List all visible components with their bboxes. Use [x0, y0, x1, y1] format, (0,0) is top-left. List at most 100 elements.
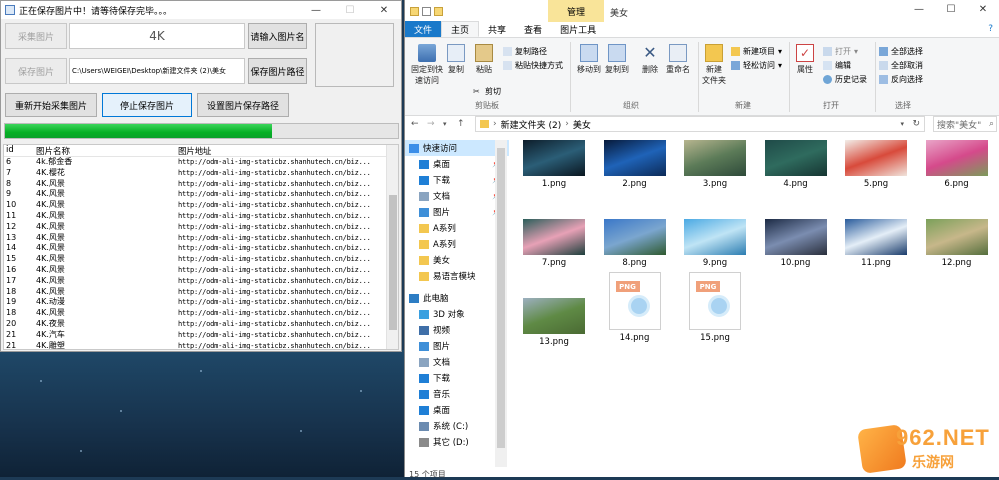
up-icon[interactable]: ↑ — [457, 119, 465, 129]
easy-access-button[interactable]: 轻松访问 ▾ — [731, 60, 782, 71]
image-list[interactable]: id 图片名称 图片地址 6 4k.郁金香 http://odm-ali-img-s… — [3, 144, 399, 350]
table-row[interactable]: 13 4K.风景 http://odm-ali-img-staticbz.shanh… — [4, 233, 398, 244]
folder-icon[interactable] — [410, 6, 419, 16]
col-header-id[interactable]: id — [4, 145, 36, 156]
paste-shortcut-button[interactable]: 粘贴快捷方式 — [503, 60, 563, 71]
file-item[interactable]: PNG 15.png — [680, 272, 750, 343]
file-item[interactable]: 13.png — [519, 298, 589, 347]
address-bar[interactable]: › 新建文件夹 (2) › 美女 ▾ ↻ — [475, 116, 925, 132]
table-row[interactable]: 7 4K.樱花 http://odm-ali-img-staticbz.shanhu… — [4, 168, 398, 179]
table-row[interactable]: 18 4K.风景 http://odm-ali-img-staticbz.shanh… — [4, 287, 398, 298]
table-row[interactable]: 16 4K.风景 http://odm-ali-img-staticbz.shanh… — [4, 265, 398, 276]
minimize-icon[interactable]: — — [903, 0, 935, 18]
pin-button[interactable]: 固定到快 速访问 — [409, 44, 445, 86]
table-row[interactable]: 11 4K.风景 http://odm-ali-img-staticbz.shanh… — [4, 211, 398, 222]
set-save-path-button[interactable]: 设置图片保存路径 — [197, 93, 289, 117]
nav-item[interactable]: A系列 — [405, 220, 509, 236]
file-item[interactable]: 9.png — [680, 219, 750, 268]
nav-item[interactable]: 文档📌 — [405, 188, 509, 204]
open-button[interactable]: 打开 ▾ — [823, 46, 858, 57]
file-item[interactable]: 12.png — [922, 219, 992, 268]
stop-save-button[interactable]: 停止保存图片 — [102, 93, 192, 117]
select-all-button[interactable]: 全部选择 — [879, 46, 923, 57]
table-row[interactable]: 21 4K.汽车 http://odm-ali-img-staticbz.shanh… — [4, 330, 398, 341]
new-item-button[interactable]: 新建项目 ▾ — [731, 46, 782, 57]
nav-item[interactable]: 美女 — [405, 252, 509, 268]
image-name-input[interactable]: 4K — [69, 23, 245, 49]
new-folder-button[interactable]: 新建 文件夹 — [701, 44, 727, 86]
search-input[interactable]: 搜索"美女" ⌕ — [933, 116, 997, 132]
nav-item[interactable]: 下载📌 — [405, 172, 509, 188]
file-item[interactable]: 7.png — [519, 219, 589, 268]
save-path-field[interactable]: C:\Users\WEIGEI\Desktop\新建文件夹 (2)\美女 — [69, 58, 245, 84]
copy-to-button[interactable]: 复制到 — [603, 44, 631, 75]
nav-item[interactable]: 图片📌 — [405, 204, 509, 220]
restart-collect-button[interactable]: 重新开始采集图片 — [5, 93, 97, 117]
rename-button[interactable]: 重命名 — [665, 44, 691, 75]
file-item[interactable]: 1.png — [519, 140, 589, 189]
file-item[interactable]: 6.png — [922, 140, 992, 189]
move-to-button[interactable]: 移动到 — [575, 44, 603, 75]
tab-home[interactable]: 主页 — [441, 21, 480, 37]
table-row[interactable]: 14 4K.风景 http://odm-ali-img-staticbz.shanh… — [4, 243, 398, 254]
collect-button[interactable]: 采集图片 — [5, 23, 67, 49]
file-item[interactable]: 10.png — [761, 219, 831, 268]
minimize-icon[interactable]: — — [299, 1, 333, 19]
copy-button[interactable]: 复制 — [445, 44, 467, 75]
maximize-icon[interactable]: ☐ — [333, 1, 367, 19]
nav-item[interactable]: 桌面 — [405, 402, 509, 418]
table-row[interactable]: 10 4K.风景 http://odm-ali-img-staticbz.shanh… — [4, 200, 398, 211]
nav-item[interactable]: 3D 对象 — [405, 306, 509, 322]
nav-item[interactable]: 图片 — [405, 338, 509, 354]
invert-selection-button[interactable]: 反向选择 — [879, 74, 923, 85]
properties-button[interactable]: ✓ 属性 — [793, 44, 817, 75]
table-row[interactable]: 21 4K.雕塑 http://odm-ali-img-staticbz.shanh… — [4, 341, 398, 349]
maximize-icon[interactable]: ☐ — [935, 0, 967, 18]
file-item[interactable]: 2.png — [600, 140, 670, 189]
file-item[interactable]: 4.png — [761, 140, 831, 189]
enter-name-button[interactable]: 请输入图片名 — [248, 23, 307, 49]
help-icon[interactable]: ? — [988, 24, 993, 34]
select-none-button[interactable]: 全部取消 — [879, 60, 923, 71]
table-row[interactable]: 20 4K.夜景 http://odm-ali-img-staticbz.shanh… — [4, 319, 398, 330]
delete-button[interactable]: ✕ 删除 — [637, 44, 663, 75]
nav-item[interactable]: 易语言模块 — [405, 268, 509, 284]
breadcrumb-current[interactable]: 美女 — [573, 118, 591, 131]
table-row[interactable]: 18 4K.风景 http://odm-ali-img-staticbz.shanh… — [4, 308, 398, 319]
manage-context-tab[interactable]: 管理 — [548, 0, 604, 22]
nav-item[interactable]: 下载 — [405, 370, 509, 386]
save-image-button[interactable]: 保存图片 — [5, 58, 67, 84]
nav-item[interactable]: 系统 (C:) — [405, 418, 509, 434]
table-row[interactable]: 15 4K.风景 http://odm-ali-img-staticbz.shanh… — [4, 254, 398, 265]
nav-item[interactable]: 快速访问 — [405, 140, 509, 156]
nav-item[interactable]: A系列 — [405, 236, 509, 252]
new-folder-icon[interactable] — [434, 6, 443, 16]
refresh-icon[interactable]: ↻ — [912, 119, 920, 129]
tab-share[interactable]: 共享 — [479, 21, 515, 37]
recent-locations-icon[interactable]: ▾ — [443, 120, 447, 128]
back-icon[interactable]: ← — [411, 119, 419, 129]
chevron-down-icon[interactable]: ▾ — [900, 120, 904, 128]
file-item[interactable]: 11.png — [841, 219, 911, 268]
forward-icon[interactable]: → — [427, 119, 435, 129]
table-row[interactable]: 17 4K.风景 http://odm-ali-img-staticbz.shanh… — [4, 276, 398, 287]
breadcrumb-parent[interactable]: 新建文件夹 (2) — [501, 118, 562, 131]
file-item[interactable]: 8.png — [600, 219, 670, 268]
copy-path-button[interactable]: 复制路径 — [503, 46, 547, 57]
nav-item[interactable]: 此电脑 — [405, 290, 509, 306]
table-row[interactable]: 9 4K.风景 http://odm-ali-img-staticbz.shanhu… — [4, 189, 398, 200]
file-item[interactable]: PNG 14.png — [600, 272, 670, 343]
table-row[interactable]: 6 4k.郁金香 http://odm-ali-img-staticbz.shanh… — [4, 157, 398, 168]
tab-view[interactable]: 查看 — [515, 21, 551, 37]
file-item[interactable]: 5.png — [841, 140, 911, 189]
table-row[interactable]: 19 4K.动漫 http://odm-ali-img-staticbz.shanh… — [4, 297, 398, 308]
close-icon[interactable]: ✕ — [367, 1, 401, 19]
history-button[interactable]: 历史记录 — [823, 74, 867, 85]
nav-scrollbar[interactable] — [495, 140, 507, 467]
nav-item[interactable]: 桌面📌 — [405, 156, 509, 172]
table-row[interactable]: 12 4K.风景 http://odm-ali-img-staticbz.shanh… — [4, 222, 398, 233]
tab-file[interactable]: 文件 — [405, 21, 442, 37]
paste-button[interactable]: 粘贴 — [473, 44, 495, 75]
cut-button[interactable]: ✂ 剪切 — [473, 86, 501, 97]
nav-item[interactable]: 文档 — [405, 354, 509, 370]
